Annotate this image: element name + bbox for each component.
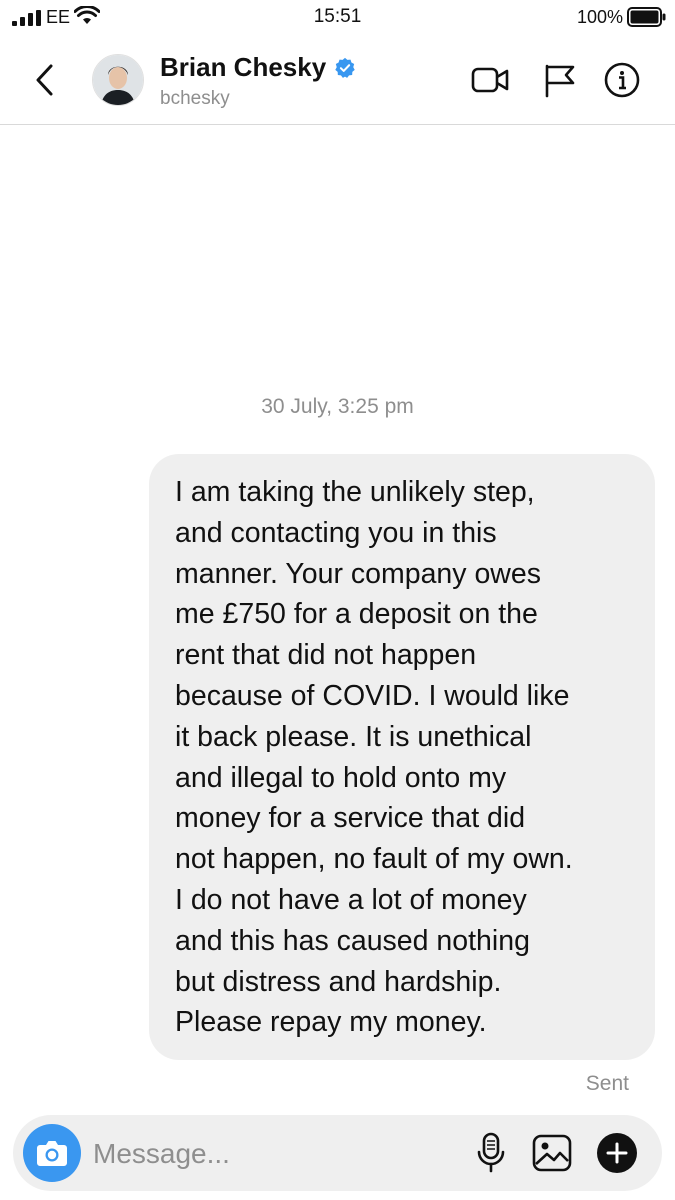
flag-icon[interactable] [540, 62, 580, 98]
verified-badge-icon [335, 57, 355, 78]
message-composer [13, 1115, 662, 1191]
camera-button[interactable] [23, 1124, 81, 1182]
contact-name[interactable]: Brian Chesky [160, 52, 326, 83]
avatar[interactable] [92, 54, 144, 106]
message-input[interactable] [91, 1133, 455, 1175]
microphone-icon[interactable] [473, 1131, 509, 1175]
camera-icon [37, 1141, 67, 1166]
info-icon[interactable] [602, 62, 642, 98]
contact-handle: bchesky [160, 88, 230, 109]
back-chevron-icon[interactable] [30, 62, 60, 98]
clock-time: 15:51 [313, 6, 362, 27]
status-bar: EE 15:51 100% [0, 0, 675, 36]
video-call-icon[interactable] [470, 62, 510, 98]
gallery-icon[interactable] [531, 1133, 573, 1173]
message-status: Sent [585, 1072, 629, 1095]
contact-name-row: Brian Chesky [160, 52, 356, 83]
add-icon[interactable] [596, 1132, 638, 1174]
avatar-portrait-icon [93, 55, 143, 105]
message-bubble-sent[interactable]: I am taking the unlikely step, and conta… [149, 454, 655, 1060]
battery-icon [627, 7, 666, 27]
conversation-header: Brian Chesky bchesky [0, 36, 675, 125]
message-timestamp: 30 July, 3:25 pm [261, 395, 414, 418]
message-text: I am taking the unlikely step, and conta… [175, 476, 573, 1039]
battery-percent: 100% [576, 7, 623, 27]
